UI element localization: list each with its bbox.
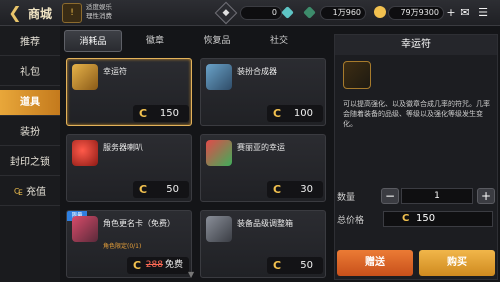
item-price-value: 30 bbox=[300, 184, 313, 195]
total-price-value: 150 bbox=[416, 213, 436, 224]
health-notice: 适度娱乐 理性消费 bbox=[86, 3, 112, 21]
detail-description: 可以提高强化、以及徽章合成几率的符咒。几率会随着装备的品级、等级以及强化等级发生… bbox=[343, 100, 490, 128]
buy-button[interactable]: 购买 bbox=[419, 250, 495, 276]
coin-icon: C bbox=[139, 107, 148, 120]
sidebar-item-recharge[interactable]: ₠ 充值 bbox=[0, 180, 60, 206]
item-name: 幸运符 bbox=[103, 67, 127, 76]
item-card-lucky-charm[interactable]: 幸运符 C 150 bbox=[66, 58, 192, 126]
settings-icon[interactable]: ◆ bbox=[214, 1, 238, 25]
item-name: 装扮合成器 bbox=[237, 67, 277, 76]
bound-diamond-icon bbox=[303, 6, 316, 19]
item-name: 赛丽亚的幸运 bbox=[237, 143, 285, 152]
sidebar-item-avatar[interactable]: 装扮 bbox=[0, 120, 60, 146]
item-name: 服务器喇叭 bbox=[103, 143, 143, 152]
item-price: C 50 bbox=[133, 181, 189, 198]
item-card-seria-luck[interactable]: 赛丽亚的幸运 C 30 bbox=[200, 134, 326, 202]
item-price: C 150 bbox=[133, 105, 189, 122]
item-card-server-megaphone[interactable]: 服务器喇叭 C 50 bbox=[66, 134, 192, 202]
gold-balance: 79万9300 bbox=[388, 6, 444, 20]
quantity-plus-button[interactable]: + bbox=[477, 188, 495, 204]
gold-icon bbox=[374, 6, 386, 18]
bound-diamond-balance: 1万960 bbox=[320, 6, 366, 20]
lucky-charm-icon bbox=[343, 61, 371, 89]
total-price-label: 总价格 bbox=[337, 216, 365, 226]
sidebar-item-packages[interactable]: 礼包 bbox=[0, 60, 60, 86]
diamond-balance: 0 bbox=[240, 6, 282, 20]
coin-icon: C bbox=[273, 183, 282, 196]
menu-icon[interactable]: ☰ bbox=[476, 6, 490, 19]
gift-box-icon bbox=[206, 140, 232, 166]
back-arrow-icon[interactable]: ❮ bbox=[4, 4, 26, 22]
item-card-avatar-synthesizer[interactable]: 装扮合成器 C 100 bbox=[200, 58, 326, 126]
tab-social[interactable]: 社交 bbox=[250, 30, 308, 52]
notice-line-2: 理性消费 bbox=[86, 12, 112, 20]
synthesizer-icon bbox=[206, 64, 232, 90]
item-price: C 100 bbox=[267, 105, 323, 122]
item-price-value: 50 bbox=[166, 184, 179, 195]
item-detail-panel: 幸运符 可以提高强化、以及徽章合成几率的符咒。几率会随着装备的品级、等级以及强化… bbox=[334, 34, 498, 280]
page-title: 商城 bbox=[28, 7, 53, 21]
chevron-down-icon[interactable]: ▼ bbox=[188, 270, 194, 279]
sidebar-item-recommended[interactable]: 推荐 bbox=[0, 30, 60, 56]
category-sidebar: 推荐 礼包 道具 装扮 封印之锁 ₠ 充值 bbox=[0, 26, 60, 282]
quantity-minus-button[interactable]: − bbox=[381, 188, 399, 204]
plus-icon[interactable]: + bbox=[444, 6, 458, 19]
age-rating-icon: ! bbox=[62, 3, 82, 23]
quantity-input[interactable]: 1 bbox=[401, 188, 473, 204]
sidebar-item-recharge-label: 充值 bbox=[25, 187, 46, 198]
rename-card-icon bbox=[72, 216, 98, 242]
diamond-icon bbox=[281, 6, 294, 19]
coin-icon: C bbox=[273, 107, 282, 120]
coin-icon: C bbox=[273, 259, 282, 272]
subcategory-tabs: 消耗品 徽章 恢复品 社交 bbox=[60, 26, 330, 56]
gift-button[interactable]: 赠送 bbox=[337, 250, 413, 276]
item-limit: 角色限定(0/1) bbox=[103, 243, 142, 250]
total-price: C 150 bbox=[383, 211, 493, 227]
coin-icon: C bbox=[139, 183, 148, 196]
item-old-price: 288 bbox=[145, 260, 163, 270]
top-bar: ❮ 商城 ! 适度娱乐 理性消费 ◆ 0 1万960 79万9300 + ✉ ☰ bbox=[0, 0, 500, 26]
lucky-charm-icon bbox=[72, 64, 98, 90]
item-price: C 30 bbox=[267, 181, 323, 198]
tab-recovery[interactable]: 恢复品 bbox=[188, 30, 246, 52]
detail-title: 幸运符 bbox=[335, 35, 497, 55]
item-name: 装备品级调整箱 bbox=[237, 219, 293, 228]
notice-line-1: 适度娱乐 bbox=[86, 3, 112, 11]
tab-consumables[interactable]: 消耗品 bbox=[64, 30, 122, 52]
item-name: 角色更名卡（免费） bbox=[103, 219, 175, 228]
item-card-rename-card[interactable]: 限量 角色更名卡（免费） 角色限定(0/1) C288免费 bbox=[66, 210, 192, 278]
quantity-label: 数量 bbox=[337, 193, 356, 203]
box-icon bbox=[206, 216, 232, 242]
sidebar-item-seal-lock[interactable]: 封印之锁 bbox=[0, 150, 60, 176]
item-price-value: 50 bbox=[300, 260, 313, 271]
sidebar-item-items[interactable]: 道具 bbox=[0, 90, 60, 116]
mail-icon[interactable]: ✉ bbox=[458, 6, 472, 19]
item-price-value: 免费 bbox=[164, 260, 183, 270]
coin-icon: C bbox=[133, 259, 142, 272]
recharge-icon: ₠ bbox=[14, 187, 23, 198]
item-price-value: 100 bbox=[293, 108, 313, 119]
coin-icon: C bbox=[402, 213, 410, 224]
item-price-value: 150 bbox=[159, 108, 179, 119]
tab-badges[interactable]: 徽章 bbox=[126, 30, 184, 52]
item-price: C 288 免费 bbox=[127, 257, 189, 274]
item-card-grade-adjust-box[interactable]: 装备品级调整箱 C 50 bbox=[200, 210, 326, 278]
item-grid: 幸运符 C 150 装扮合成器 C 100 服务器喇叭 C 50 赛丽亚的幸运 C 30… bbox=[66, 58, 330, 282]
item-price: C 50 bbox=[267, 257, 323, 274]
megaphone-icon bbox=[72, 140, 98, 166]
